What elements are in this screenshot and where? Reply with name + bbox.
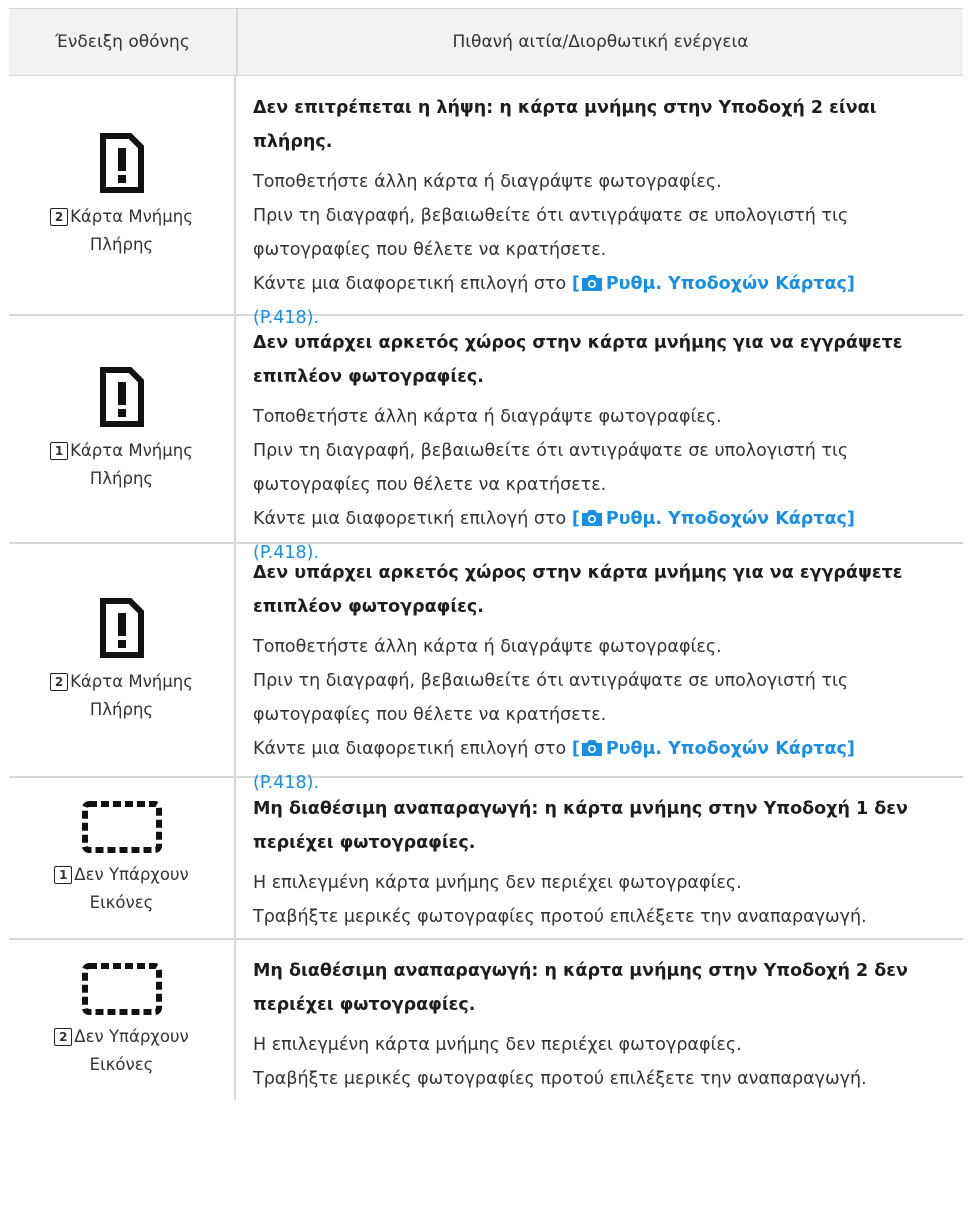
body-text: Κάντε μια διαφορετική επιλογή στο <box>253 739 567 759</box>
indication-label: Πλήρης <box>89 469 154 488</box>
indication-cell: 2 Κάρτα Μνήμης Πλήρης <box>9 76 236 314</box>
no-images-icon <box>81 801 162 853</box>
indication-label: Κάρτα Μνήμης <box>70 441 193 460</box>
slot-number-badge: 2 <box>50 208 69 226</box>
indication-label: Εικόνες <box>89 893 154 912</box>
body-text: Τοποθετήστε άλλη κάρτα ή διαγράψτε φωτογ… <box>253 407 722 427</box>
indication-label: Δεν Υπάρχουν <box>74 865 189 884</box>
indication-label: Πλήρης <box>89 700 154 719</box>
error-message-table: Ένδειξη οθόνης Πιθανή αιτία/Διορθωτική ε… <box>9 8 963 1100</box>
indication-cell: 1 Δεν Υπάρχουν Εικόνες <box>9 778 236 938</box>
body-text: Τραβήξτε μερικές φωτογραφίες προτού επιλ… <box>253 907 867 927</box>
row-title: Μη διαθέσιμη αναπαραγωγή: η κάρτα μνήμης… <box>253 961 908 1015</box>
body-text: Η επιλεγμένη κάρτα μνήμης δεν περιέχει φ… <box>253 1035 742 1055</box>
row-title: Δεν επιτρέπεται η λήψη: η κάρτα μνήμης σ… <box>253 98 877 152</box>
table-row: 2 Κάρτα Μνήμης Πλήρης Δεν επιτρέπεται η λ… <box>9 76 963 328</box>
table-row: 2 Κάρτα Μνήμης Πλήρης Δεν υπάρχει αρκετός… <box>9 544 963 793</box>
cause-cell: Μη διαθέσιμη αναπαραγωγή: η κάρτα μνήμης… <box>236 940 963 1100</box>
indication-label: Δεν Υπάρχουν <box>74 1027 189 1046</box>
camera-icon <box>581 510 602 526</box>
indication-cell: 2 Κάρτα Μνήμης Πλήρης <box>9 544 236 776</box>
indication-label: Κάρτα Μνήμης <box>70 672 193 691</box>
body-text: Τραβήξτε μερικές φωτογραφίες προτού επιλ… <box>253 1069 867 1089</box>
body-text: Κάντε μια διαφορετική επιλογή στο <box>253 274 567 294</box>
header-display-indication: Ένδειξη οθόνης <box>9 9 238 75</box>
row-title: Μη διαθέσιμη αναπαραγωγή: η κάρτα μνήμης… <box>253 799 908 853</box>
table-header: Ένδειξη οθόνης Πιθανή αιτία/Διορθωτική ε… <box>9 8 963 76</box>
body-text: Κάντε μια διαφορετική επιλογή στο <box>253 509 567 529</box>
cause-cell: Δεν επιτρέπεται η λήψη: η κάρτα μνήμης σ… <box>236 76 963 328</box>
header-cause-action: Πιθανή αιτία/Διορθωτική ενέργεια <box>452 32 749 52</box>
indication-cell: 2 Δεν Υπάρχουν Εικόνες <box>9 940 236 1100</box>
no-images-icon <box>81 963 162 1015</box>
body-text: Πριν τη διαγραφή, βεβαιωθείτε ότι αντιγρ… <box>253 206 849 226</box>
table-row: 1 Κάρτα Μνήμης Πλήρης Δεν υπάρχει αρκετός… <box>9 316 963 563</box>
indication-label: Εικόνες <box>89 1055 154 1074</box>
row-title: Δεν υπάρχει αρκετός χώρος στην κάρτα μνή… <box>253 333 903 387</box>
cause-cell: Μη διαθέσιμη αναπαραγωγή: η κάρτα μνήμης… <box>236 778 963 938</box>
card-full-icon <box>99 133 144 193</box>
camera-icon <box>581 740 602 756</box>
body-text: Πριν τη διαγραφή, βεβαιωθείτε ότι αντιγρ… <box>253 671 849 691</box>
cause-cell: Δεν υπάρχει αρκετός χώρος στην κάρτα μνή… <box>236 544 963 793</box>
body-text: φωτογραφίες που θέλετε να κρατήσετε. <box>253 705 607 725</box>
card-full-icon <box>99 598 144 658</box>
cause-cell: Δεν υπάρχει αρκετός χώρος στην κάρτα μνή… <box>236 316 963 563</box>
slot-number-badge: 1 <box>50 442 69 460</box>
table-row: 2 Δεν Υπάρχουν Εικόνες Μη διαθέσιμη αναπα… <box>9 940 963 1100</box>
body-text: Τοποθετήστε άλλη κάρτα ή διαγράψτε φωτογ… <box>253 172 722 192</box>
card-full-icon <box>99 367 144 427</box>
body-text: φωτογραφίες που θέλετε να κρατήσετε. <box>253 475 607 495</box>
indication-cell: 1 Κάρτα Μνήμης Πλήρης <box>9 316 236 542</box>
card-slot-settings-link[interactable]: [Ρυθμ. Υποδοχών Κάρτας] <box>572 739 855 759</box>
slot-number-badge: 2 <box>50 673 69 691</box>
card-slot-settings-link[interactable]: [Ρυθμ. Υποδοχών Κάρτας] <box>572 509 855 529</box>
card-slot-settings-link[interactable]: [Ρυθμ. Υποδοχών Κάρτας] <box>572 274 855 294</box>
slot-number-badge: 1 <box>54 866 73 884</box>
camera-icon <box>581 275 602 291</box>
body-text: φωτογραφίες που θέλετε να κρατήσετε. <box>253 240 607 260</box>
body-text: Τοποθετήστε άλλη κάρτα ή διαγράψτε φωτογ… <box>253 637 722 657</box>
slot-number-badge: 2 <box>54 1028 73 1046</box>
body-text: Πριν τη διαγραφή, βεβαιωθείτε ότι αντιγρ… <box>253 441 849 461</box>
body-text: Η επιλεγμένη κάρτα μνήμης δεν περιέχει φ… <box>253 873 742 893</box>
row-title: Δεν υπάρχει αρκετός χώρος στην κάρτα μνή… <box>253 563 903 617</box>
indication-label: Κάρτα Μνήμης <box>70 207 193 226</box>
table-row: 1 Δεν Υπάρχουν Εικόνες Μη διαθέσιμη αναπα… <box>9 778 963 940</box>
indication-label: Πλήρης <box>89 235 154 254</box>
